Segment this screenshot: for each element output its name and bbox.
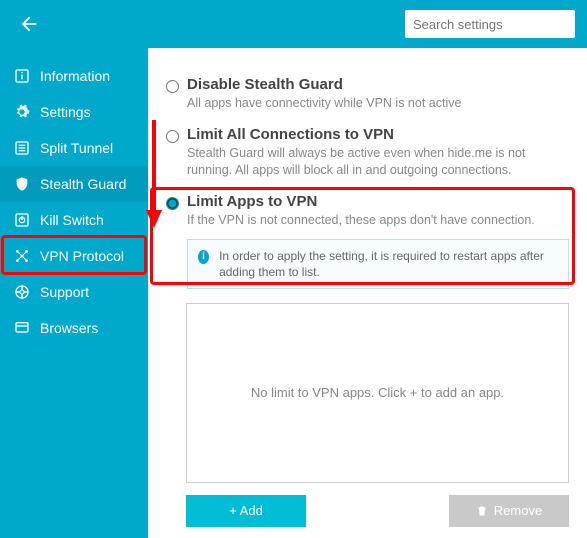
option-title: Limit All Connections to VPN — [187, 126, 569, 143]
protocol-icon — [14, 248, 30, 264]
sidebar-item-label: VPN Protocol — [40, 248, 124, 264]
remove-button[interactable]: Remove — [449, 495, 569, 527]
sidebar-item-label: Information — [40, 68, 110, 84]
option-desc: Stealth Guard will always be active even… — [187, 145, 569, 179]
sidebar-item-label: Stealth Guard — [40, 176, 126, 192]
sidebar-item-label: Split Tunnel — [40, 140, 113, 156]
gear-icon — [14, 104, 30, 120]
sidebar-item-label: Support — [40, 284, 89, 300]
option-desc: If the VPN is not connected, these apps … — [187, 212, 569, 229]
sidebar-item-label: Kill Switch — [40, 212, 104, 228]
search-input[interactable] — [405, 13, 575, 36]
main-panel: Disable Stealth Guard All apps have conn… — [148, 48, 587, 538]
sidebar-item-browsers[interactable]: Browsers — [0, 310, 148, 346]
sidebar-item-support[interactable]: Support — [0, 274, 148, 310]
sidebar-item-label: Browsers — [40, 320, 98, 336]
sidebar-item-label: Settings — [40, 104, 91, 120]
sidebar-item-vpn-protocol[interactable]: VPN Protocol — [0, 238, 148, 274]
info-icon: i — [198, 250, 209, 264]
option-limit-all[interactable]: Limit All Connections to VPN Stealth Gua… — [166, 126, 569, 189]
radio-limit-apps[interactable] — [166, 197, 179, 210]
shield-icon — [14, 176, 30, 192]
trash-icon — [476, 505, 488, 517]
radio-disable[interactable] — [166, 80, 179, 93]
sidebar-item-information[interactable]: Information — [0, 58, 148, 94]
radio-limit-all[interactable] — [166, 130, 179, 143]
option-title: Limit Apps to VPN — [187, 193, 569, 210]
header — [0, 0, 587, 48]
kill-switch-icon — [14, 212, 30, 228]
sidebar-item-stealth-guard[interactable]: Stealth Guard — [0, 166, 148, 202]
option-desc: All apps have connectivity while VPN is … — [187, 95, 569, 112]
option-limit-apps[interactable]: Limit Apps to VPN If the VPN is not conn… — [166, 193, 569, 299]
sidebar-item-settings[interactable]: Settings — [0, 94, 148, 130]
option-title: Disable Stealth Guard — [187, 76, 569, 93]
empty-text: No limit to VPN apps. Click + to add an … — [251, 385, 504, 400]
remove-label: Remove — [494, 503, 542, 518]
sidebar-item-split-tunnel[interactable]: Split Tunnel — [0, 130, 148, 166]
support-icon — [14, 284, 30, 300]
back-button[interactable] — [12, 9, 46, 39]
sidebar: Information Settings Split Tunnel Stealt… — [0, 48, 148, 538]
info-icon — [14, 68, 30, 84]
info-text: In order to apply the setting, it is req… — [219, 248, 558, 280]
actions-row: + Add Remove — [186, 495, 569, 527]
option-disable[interactable]: Disable Stealth Guard All apps have conn… — [166, 76, 569, 122]
split-icon — [14, 140, 30, 156]
sidebar-item-kill-switch[interactable]: Kill Switch — [0, 202, 148, 238]
search-box[interactable] — [405, 10, 575, 38]
add-button[interactable]: + Add — [186, 495, 306, 527]
arrow-left-icon — [18, 13, 40, 35]
app-list: No limit to VPN apps. Click + to add an … — [186, 303, 569, 483]
add-label: + Add — [229, 503, 263, 518]
browser-icon — [14, 320, 30, 336]
info-banner: i In order to apply the setting, it is r… — [187, 239, 569, 289]
